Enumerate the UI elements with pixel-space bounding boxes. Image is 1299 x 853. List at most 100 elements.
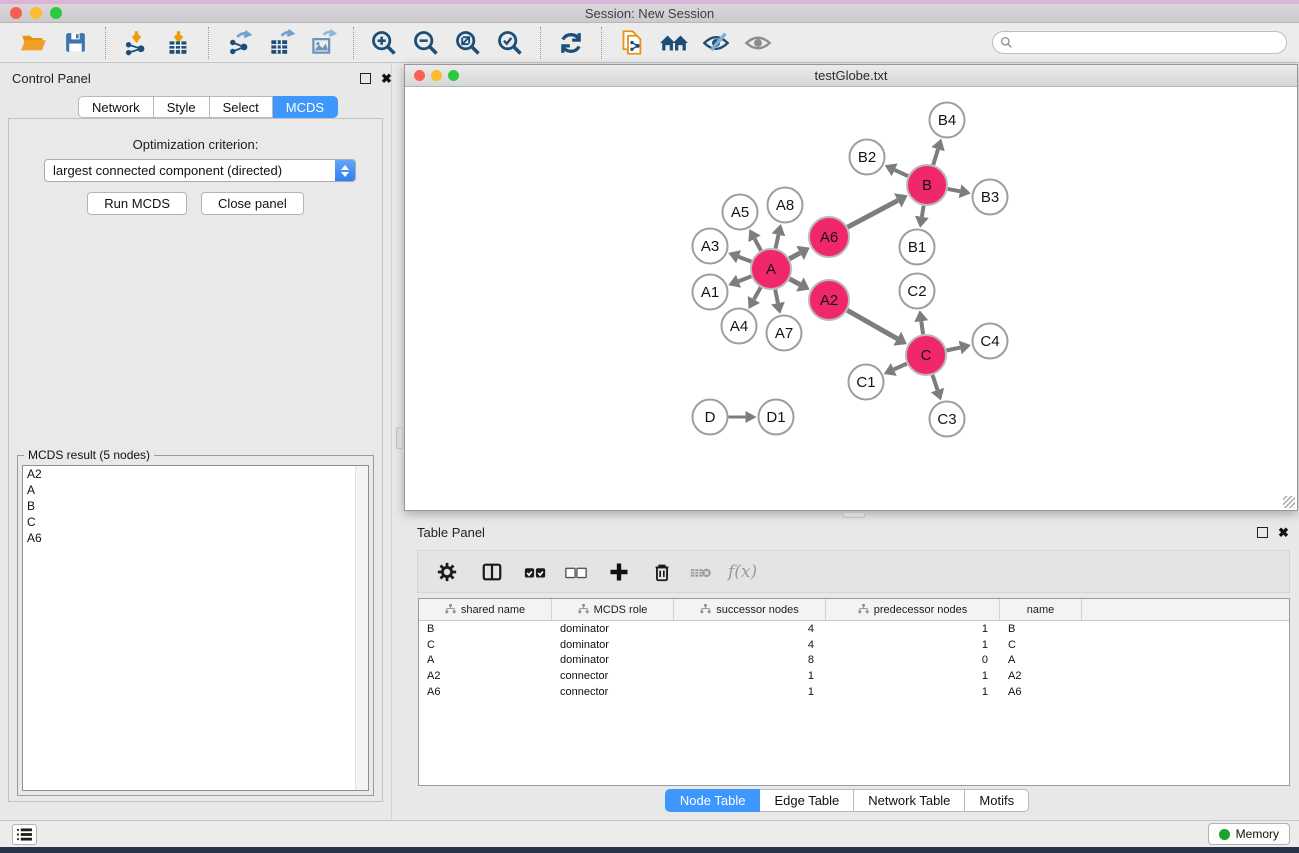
edge[interactable] [848, 200, 898, 227]
table-row[interactable]: Cdominator41C [419, 637, 1289, 653]
task-history-button[interactable] [12, 824, 37, 845]
run-mcds-button[interactable]: Run MCDS [87, 192, 187, 215]
table-cell: B [1000, 623, 1082, 635]
table-settings-button[interactable] [433, 558, 461, 586]
open-file-button[interactable] [18, 28, 48, 58]
import-table-button[interactable] [163, 28, 193, 58]
delete-column-button[interactable] [648, 558, 676, 586]
close-panel-icon[interactable]: ✖ [381, 73, 392, 84]
table-row[interactable]: A2connector11A2 [419, 668, 1289, 684]
tab-node-table[interactable]: Node Table [665, 789, 761, 812]
close-table-panel-icon[interactable]: ✖ [1278, 527, 1289, 538]
import-network-button[interactable] [121, 28, 151, 58]
show-graphics-button[interactable] [743, 28, 773, 58]
close-panel-button[interactable]: Close panel [201, 192, 304, 215]
edge[interactable] [847, 310, 897, 338]
edge[interactable] [775, 235, 778, 249]
home-layout-button[interactable] [659, 28, 689, 58]
edge[interactable] [739, 257, 752, 262]
memory-button[interactable]: Memory [1208, 823, 1290, 845]
network-graph[interactable]: B4B2BB3A5A8A6A3B1AA1C2A2A4A7C4CC1C3DD1 [405, 87, 1297, 510]
network-window-titlebar[interactable]: testGlobe.txt [405, 65, 1297, 87]
export-network-button[interactable] [224, 28, 254, 58]
zoom-in-button[interactable] [369, 28, 399, 58]
deselect-all-rows-button[interactable] [562, 558, 590, 586]
node-table[interactable]: shared nameMCDS rolesuccessor nodesprede… [418, 598, 1290, 786]
edge[interactable] [775, 290, 778, 304]
tab-motifs[interactable]: Motifs [965, 789, 1029, 812]
split-handle-vertical[interactable] [396, 427, 403, 449]
edge[interactable] [933, 375, 938, 390]
column-visibility-button[interactable] [478, 558, 506, 586]
tab-style[interactable]: Style [154, 96, 210, 118]
minimize-window-button[interactable] [30, 7, 42, 19]
edge-arrowhead [914, 310, 928, 322]
mcds-result-item[interactable]: A2 [23, 466, 368, 482]
refresh-button[interactable] [556, 28, 586, 58]
zoom-fit-button[interactable] [453, 28, 483, 58]
mcds-result-list[interactable]: A2ABCA6 [22, 465, 369, 791]
edge[interactable] [894, 364, 907, 370]
mcds-result-item[interactable]: C [23, 514, 368, 530]
edge[interactable] [947, 348, 961, 351]
edge[interactable] [921, 321, 923, 334]
search-input[interactable] [1018, 36, 1286, 50]
network-canvas[interactable]: B4B2BB3A5A8A6A3B1AA1C2A2A4A7C4CC1C3DD1 [405, 87, 1297, 510]
tab-edge-table[interactable]: Edge Table [760, 789, 854, 812]
table-row[interactable]: Bdominator41B [419, 621, 1289, 637]
delete-table-button[interactable] [687, 558, 715, 586]
split-handle-horizontal[interactable] [843, 512, 865, 518]
column-header-shared-name[interactable]: shared name [419, 599, 552, 620]
hide-graphics-button[interactable] [701, 28, 731, 58]
scrollbar-track[interactable] [355, 466, 368, 790]
maximize-window-button[interactable] [50, 7, 62, 19]
close-window-button[interactable] [10, 7, 22, 19]
add-column-button[interactable] [605, 558, 633, 586]
table-row[interactable]: Adominator80A [419, 653, 1289, 669]
edge[interactable] [922, 206, 924, 217]
function-builder-button[interactable]: f(x) [728, 562, 757, 582]
table-cell: 4 [674, 623, 826, 635]
node-label: C4 [980, 333, 999, 350]
column-header-name[interactable]: name [1000, 599, 1082, 620]
mcds-result-item[interactable]: A6 [23, 530, 368, 546]
network-minimize-button[interactable] [431, 70, 442, 81]
zoom-out-button[interactable] [411, 28, 441, 58]
float-table-panel-icon[interactable] [1257, 527, 1268, 538]
edge[interactable] [790, 279, 800, 285]
mcds-result-item[interactable]: B [23, 498, 368, 514]
optimization-criterion-dropdown[interactable]: largest connected component (directed) [44, 159, 356, 182]
float-panel-icon[interactable] [360, 73, 371, 84]
tab-select[interactable]: Select [210, 96, 273, 118]
zoom-selected-button[interactable] [495, 28, 525, 58]
table-header-row: shared nameMCDS rolesuccessor nodesprede… [419, 599, 1289, 621]
tab-mcds[interactable]: MCDS [273, 96, 338, 118]
mcds-result-item[interactable]: A [23, 482, 368, 498]
column-header-MCDS-role[interactable]: MCDS role [552, 599, 674, 620]
export-image-button[interactable] [308, 28, 338, 58]
edge[interactable] [933, 149, 938, 165]
search-field[interactable] [992, 31, 1287, 54]
copy-network-button[interactable] [617, 28, 647, 58]
edge[interactable] [739, 276, 752, 281]
table-row[interactable]: A6connector11A6 [419, 684, 1289, 700]
list-icon [17, 828, 32, 841]
window-resize-grip[interactable] [1283, 496, 1295, 508]
edge[interactable] [948, 189, 960, 191]
import-network-icon [123, 29, 150, 56]
tab-network-table[interactable]: Network Table [854, 789, 965, 812]
zoom-selected-icon [496, 29, 524, 57]
edge[interactable] [755, 239, 761, 251]
network-close-button[interactable] [414, 70, 425, 81]
network-maximize-button[interactable] [448, 70, 459, 81]
column-header-successor-nodes[interactable]: successor nodes [674, 599, 826, 620]
column-header-predecessor-nodes[interactable]: predecessor nodes [826, 599, 1000, 620]
select-all-rows-button[interactable] [521, 558, 549, 586]
edge[interactable] [754, 287, 761, 299]
edge[interactable] [789, 253, 800, 259]
tab-network[interactable]: Network [78, 96, 154, 118]
edge[interactable] [895, 170, 908, 176]
toolbar-separator [208, 27, 209, 59]
save-session-button[interactable] [60, 28, 90, 58]
export-table-button[interactable] [266, 28, 296, 58]
